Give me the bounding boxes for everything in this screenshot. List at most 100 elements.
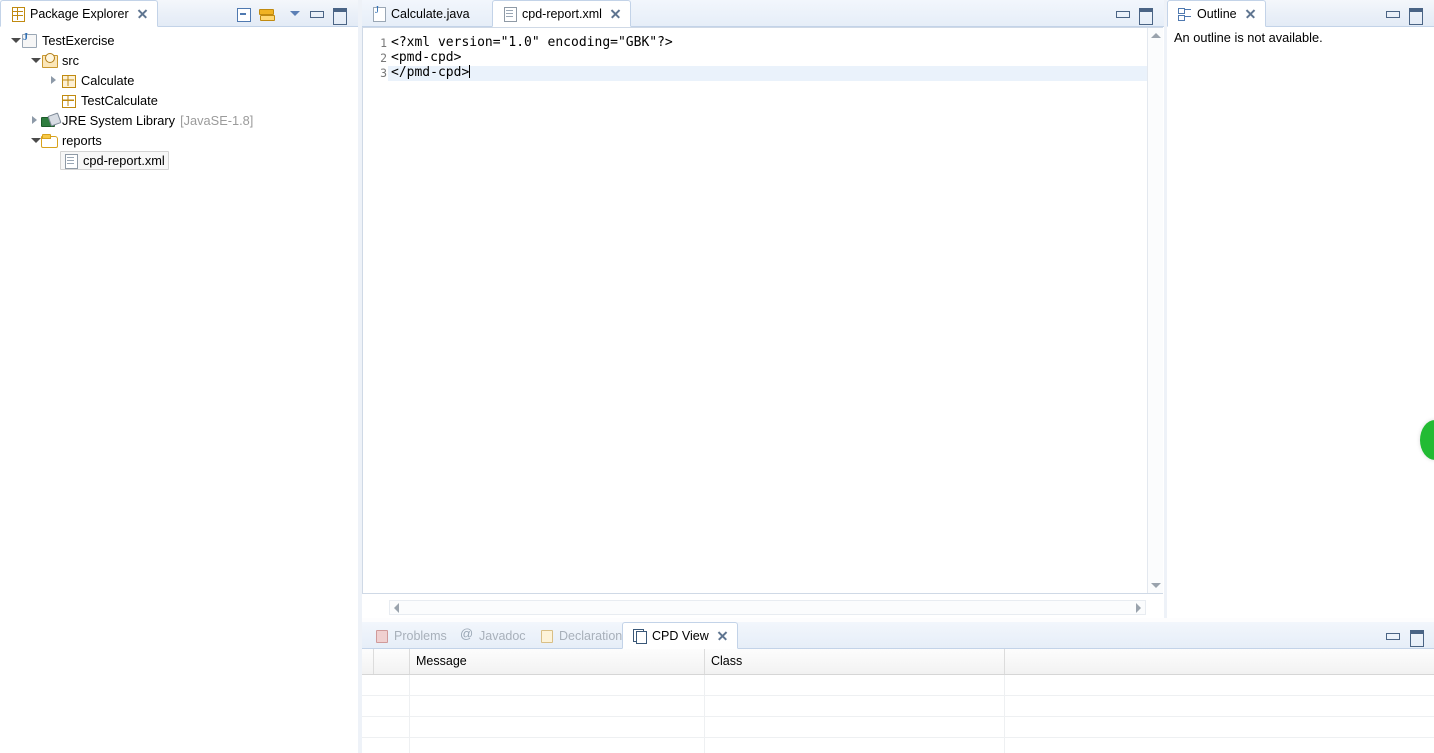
tree-item-src[interactable]: src bbox=[0, 50, 358, 70]
editor-tabbar: Calculate.java cpd-report.xml bbox=[362, 0, 1164, 27]
folder-icon bbox=[41, 132, 58, 148]
line-number-gutter: 1 2 3 bbox=[362, 27, 389, 594]
tab-outline[interactable]: Outline bbox=[1167, 0, 1266, 27]
close-icon[interactable] bbox=[137, 8, 148, 19]
tab-label: CPD View bbox=[652, 628, 709, 643]
cpd-view-icon bbox=[632, 628, 647, 644]
table-cell-class bbox=[705, 717, 1005, 737]
column-header-message[interactable]: Message bbox=[410, 649, 705, 674]
xml-file-icon bbox=[502, 6, 517, 22]
package-explorer-icon bbox=[10, 6, 25, 22]
tree-item-label: src bbox=[62, 52, 80, 68]
java-file-icon bbox=[371, 5, 386, 22]
line-number: 1 bbox=[380, 36, 387, 50]
problems-icon bbox=[374, 628, 389, 643]
tab-problems[interactable]: Problems bbox=[365, 622, 456, 649]
editor-area: Calculate.java cpd-report.xml 1 2 3 <?xm… bbox=[362, 0, 1164, 618]
table-cell-icon bbox=[374, 717, 410, 737]
tree-item-label: JRE System Library bbox=[62, 112, 176, 128]
table-cell-icon bbox=[374, 738, 410, 753]
table-row[interactable] bbox=[362, 738, 1434, 753]
javadoc-icon bbox=[459, 626, 474, 643]
tree-item-cpd-report-xml[interactable]: cpd-report.xml bbox=[0, 150, 358, 170]
link-with-editor-icon[interactable] bbox=[258, 6, 275, 22]
maximize-icon[interactable] bbox=[1137, 6, 1153, 25]
code-editor[interactable]: <?xml version="1.0" encoding="GBK"?> <pm… bbox=[388, 27, 1163, 594]
project-tree[interactable]: TestExercise src Calculate TestCalculate bbox=[0, 28, 358, 753]
minimize-icon[interactable] bbox=[1384, 6, 1400, 22]
editor-horizontal-scrollbar[interactable] bbox=[389, 600, 1146, 615]
column-header-spacer[interactable] bbox=[362, 649, 374, 674]
editor-vertical-scrollbar[interactable] bbox=[1147, 28, 1163, 593]
scroll-left-icon[interactable] bbox=[391, 602, 402, 613]
package-explorer-tabbar: Package Explorer bbox=[0, 0, 358, 27]
tab-declaration[interactable]: Declaration bbox=[530, 622, 631, 649]
tree-item-testcalculate[interactable]: TestCalculate bbox=[0, 90, 358, 110]
tab-calculate-java[interactable]: Calculate.java bbox=[362, 0, 479, 27]
bottom-view-tabbar: Problems Javadoc Declaration CPD View bbox=[362, 622, 1434, 649]
table-cell-message bbox=[410, 738, 705, 753]
scroll-up-icon[interactable] bbox=[1150, 30, 1161, 41]
tree-item-reports[interactable]: reports bbox=[0, 130, 358, 150]
tree-item-label: TestExercise bbox=[42, 32, 115, 48]
expander-down-icon[interactable] bbox=[28, 50, 41, 70]
table-cell-class bbox=[705, 675, 1005, 695]
tab-label: cpd-report.xml bbox=[522, 6, 602, 21]
outline-panel: Outline An outline is not available. bbox=[1167, 0, 1434, 618]
minimize-icon[interactable] bbox=[1114, 6, 1130, 22]
code-line: </pmd-cpd> bbox=[391, 65, 470, 80]
cpd-results-table[interactable]: Message Class bbox=[362, 649, 1434, 753]
close-icon[interactable] bbox=[610, 8, 621, 19]
minimize-icon[interactable] bbox=[308, 6, 324, 22]
column-header-class[interactable]: Class bbox=[705, 649, 1005, 674]
column-header-icon[interactable] bbox=[374, 649, 410, 674]
table-row[interactable] bbox=[362, 717, 1434, 738]
expander-down-icon[interactable] bbox=[28, 130, 41, 150]
code-line-with-caret: </pmd-cpd> bbox=[391, 65, 471, 80]
line-number: 3 bbox=[380, 66, 387, 80]
table-cell-icon bbox=[374, 675, 410, 695]
minimize-icon[interactable] bbox=[1384, 628, 1400, 644]
outline-message: An outline is not available. bbox=[1174, 30, 1323, 45]
table-cell-message bbox=[410, 675, 705, 695]
selection-highlight: cpd-report.xml bbox=[60, 150, 169, 170]
declaration-icon bbox=[539, 628, 554, 643]
table-row[interactable] bbox=[362, 696, 1434, 717]
jre-library-icon bbox=[41, 112, 58, 128]
scroll-right-icon[interactable] bbox=[1133, 602, 1144, 613]
tab-label: Outline bbox=[1197, 6, 1237, 21]
outline-icon bbox=[1177, 6, 1192, 21]
maximize-icon[interactable] bbox=[1408, 628, 1424, 647]
table-cell-message bbox=[410, 717, 705, 737]
source-folder-icon bbox=[41, 52, 58, 68]
tab-cpd-report-xml[interactable]: cpd-report.xml bbox=[492, 0, 631, 27]
tab-package-explorer[interactable]: Package Explorer bbox=[0, 0, 158, 27]
outline-tabbar: Outline bbox=[1167, 0, 1434, 27]
view-menu-icon[interactable] bbox=[287, 6, 303, 22]
code-line: <pmd-cpd> bbox=[391, 50, 462, 65]
tab-cpd-view[interactable]: CPD View bbox=[622, 622, 738, 649]
maximize-icon[interactable] bbox=[331, 6, 347, 25]
tab-javadoc[interactable]: Javadoc bbox=[450, 622, 535, 649]
close-icon[interactable] bbox=[1245, 8, 1256, 19]
expander-right-icon[interactable] bbox=[28, 110, 41, 130]
scroll-down-icon[interactable] bbox=[1150, 580, 1161, 591]
xml-file-icon bbox=[62, 152, 79, 169]
tree-item-label: TestCalculate bbox=[81, 92, 158, 108]
close-icon[interactable] bbox=[717, 630, 728, 641]
tab-label: Calculate.java bbox=[391, 6, 470, 21]
tree-item-jre-system-library[interactable]: JRE System Library [JavaSE-1.8] bbox=[0, 110, 358, 130]
expander-right-icon[interactable] bbox=[47, 70, 60, 90]
table-cell-icon bbox=[374, 696, 410, 716]
table-row[interactable] bbox=[362, 675, 1434, 696]
tree-item-calculate[interactable]: Calculate bbox=[0, 70, 358, 90]
collapse-all-icon[interactable] bbox=[235, 6, 251, 22]
tree-item-testexercise[interactable]: TestExercise bbox=[0, 30, 358, 50]
tab-label: Javadoc bbox=[479, 628, 526, 643]
expander-down-icon[interactable] bbox=[8, 30, 21, 50]
tree-item-label: cpd-report.xml bbox=[83, 152, 165, 168]
code-line: <?xml version="1.0" encoding="GBK"?> bbox=[391, 35, 673, 50]
column-header-extra[interactable] bbox=[1005, 649, 1434, 674]
maximize-icon[interactable] bbox=[1407, 6, 1423, 25]
tree-item-suffix: [JavaSE-1.8] bbox=[180, 112, 254, 128]
